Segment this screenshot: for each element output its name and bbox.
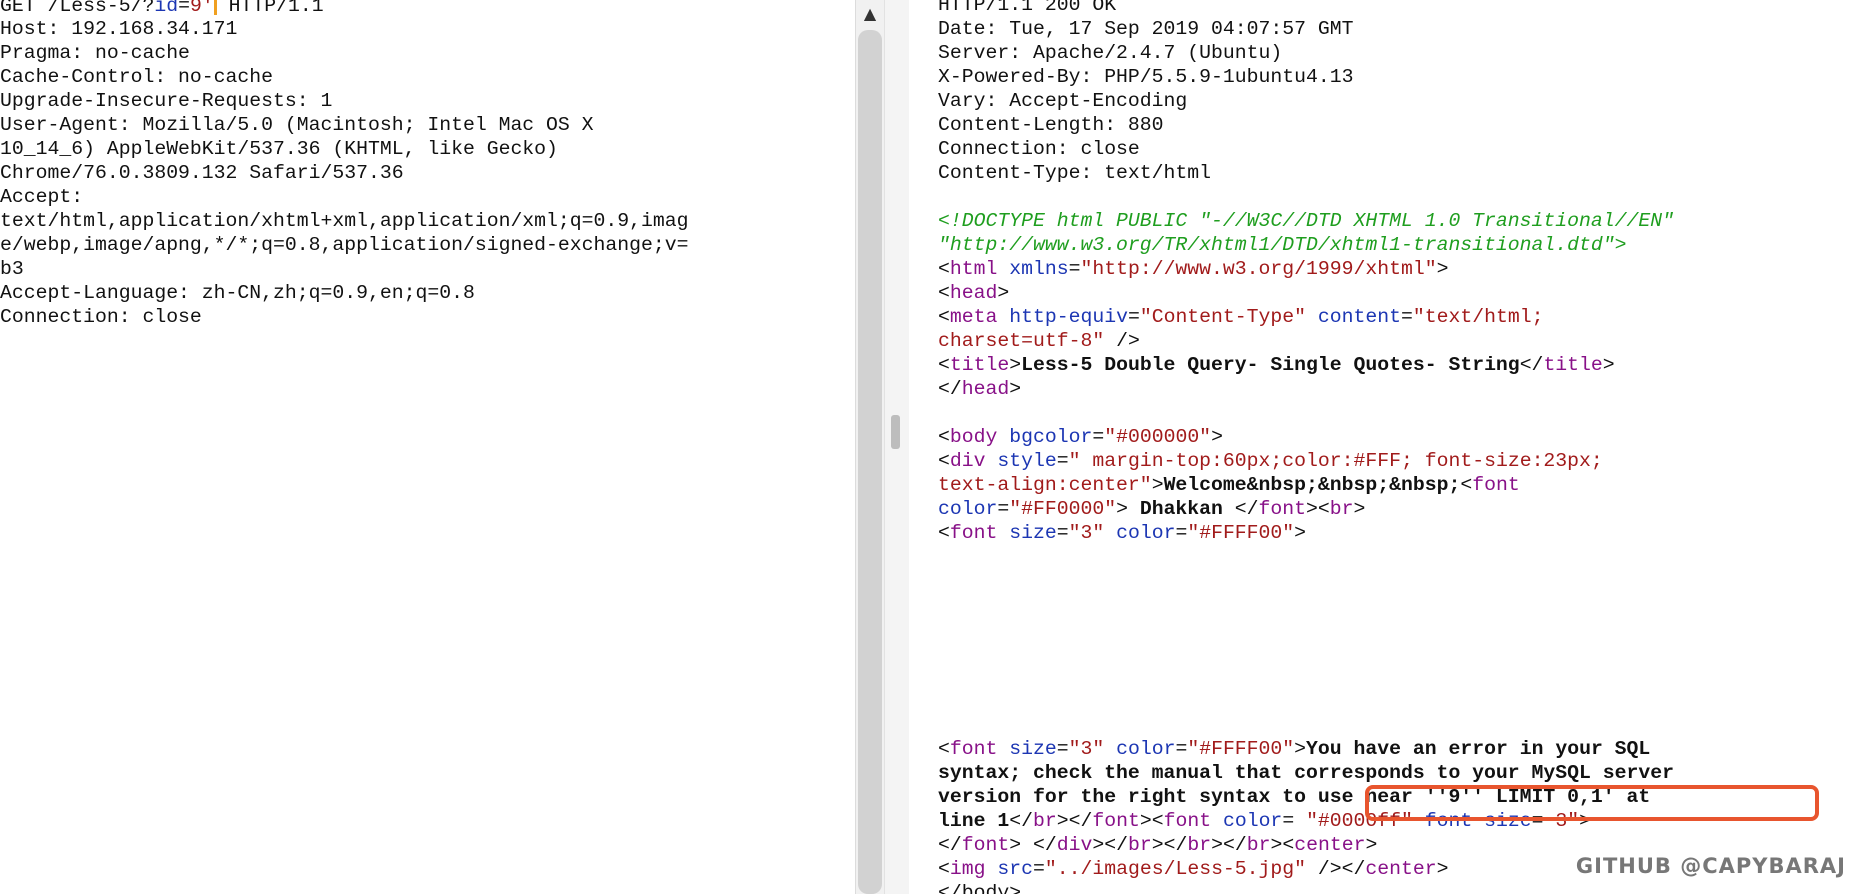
request-header-line: Upgrade-Insecure-Requests: 1 — [0, 90, 333, 112]
request-header-line: Connection: close — [0, 306, 202, 328]
welcome-text: Welcome&nbsp;&nbsp;&nbsp; — [1163, 474, 1461, 496]
meta-line-cont: charset=utf-8" /> — [938, 330, 1140, 352]
body-close-line: </body> — [938, 882, 1022, 894]
watermark: GITHUB @CAPYBARAJ — [1575, 854, 1846, 878]
head-open-line: <head> — [938, 282, 1010, 304]
response-header-line: Date: Tue, 17 Sep 2019 04:07:57 GMT — [938, 18, 1354, 40]
close-tags-line: </font> </div></br></br></br><center> — [938, 834, 1378, 856]
response-pane[interactable]: HTTP/1.1 200 OK Date: Tue, 17 Sep 2019 04… — [909, 0, 1860, 894]
body-open-line: <body bgcolor="#000000"> — [938, 426, 1223, 448]
response-header-line: Content-Length: 880 — [938, 114, 1164, 136]
request-header-line: Accept-Language: zh-CN,zh;q=0.9,en;q=0.8 — [0, 282, 475, 304]
title-line: <title>Less-5 Double Query- Single Quote… — [938, 354, 1615, 376]
request-pane[interactable]: GET /Less-5/?id=9' HTTP/1.1 Host: 192.168… — [0, 0, 855, 894]
request-scrollbar[interactable]: ▲ — [855, 0, 884, 894]
request-param-key: id — [154, 0, 179, 17]
http-viewer: GET /Less-5/?id=9' HTTP/1.1 Host: 192.168… — [0, 0, 1860, 894]
page-title-text: Less-5 Double Query- Single Quotes- Stri… — [1021, 354, 1520, 376]
font-yellow-line: <font size="3" color="#FFFF00"> — [938, 522, 1307, 544]
request-header-line: b3 — [0, 258, 24, 280]
meta-line: <meta http-equiv="Content-Type" content=… — [938, 306, 1544, 328]
scroll-up-arrow-icon[interactable]: ▲ — [856, 4, 884, 24]
request-header-line: 10_14_6) AppleWebKit/537.36 (KHTML, like… — [0, 138, 558, 160]
sql-error-highlight-box — [1365, 785, 1819, 821]
response-header-line: X-Powered-By: PHP/5.5.9-1ubuntu4.13 — [938, 66, 1354, 88]
request-header-line: Accept: — [0, 186, 84, 208]
error-font-line: <font size="3" color="#FFFF00">You have … — [938, 738, 1651, 760]
scrollbar-thumb[interactable] — [858, 30, 882, 894]
div-line: <div style=" margin-top:60px;color:#FFF;… — [938, 450, 1603, 472]
sql-error-text: You have an error in your SQL — [1306, 738, 1651, 760]
font-red-line: color="#FF0000"> Dhakkan </font><br> — [938, 498, 1366, 520]
response-header-line: Server: Apache/2.4.7 (Ubuntu) — [938, 42, 1283, 64]
div-line-cont: text-align:center">Welcome&nbsp;&nbsp;&n… — [938, 474, 1520, 496]
dhakkan-text: Dhakkan — [1127, 498, 1235, 520]
request-editor[interactable]: GET /Less-5/?id=9' HTTP/1.1 Host: 192.168… — [0, 0, 689, 329]
sql-error-line: syntax; check the manual that correspond… — [938, 762, 1674, 784]
doctype-line: "http://www.w3.org/TR/xhtml1/DTD/xhtml1-… — [938, 234, 1627, 256]
doctype-line: <!DOCTYPE html PUBLIC "-//W3C//DTD XHTML… — [938, 210, 1674, 232]
request-header-line: Host: 192.168.34.171 — [0, 18, 238, 40]
pane-splitter[interactable] — [884, 0, 911, 894]
request-method: GET — [0, 0, 36, 17]
response-header-line: HTTP/1.1 200 OK — [938, 0, 1117, 16]
response-header-line: Connection: close — [938, 138, 1140, 160]
response-viewer[interactable]: HTTP/1.1 200 OK Date: Tue, 17 Sep 2019 04… — [938, 0, 1674, 894]
head-close-line: </head> — [938, 378, 1022, 400]
text-cursor — [213, 0, 217, 15]
request-param-eq: = — [178, 0, 190, 17]
request-param-value: 9' — [189, 0, 214, 17]
request-header-line: Pragma: no-cache — [0, 42, 190, 64]
img-line: <img src="../images/Less-5.jpg" /></cent… — [938, 858, 1449, 880]
response-header-line: Vary: Accept-Encoding — [938, 90, 1188, 112]
request-header-line: text/html,application/xhtml+xml,applicat… — [0, 210, 689, 232]
request-path: /Less-5/? — [47, 0, 155, 17]
html-open-line: <html xmlns="http://www.w3.org/1999/xhtm… — [938, 258, 1449, 280]
request-header-line: Chrome/76.0.3809.132 Safari/537.36 — [0, 162, 404, 184]
request-header-line: User-Agent: Mozilla/5.0 (Macintosh; Inte… — [0, 114, 594, 136]
splitter-grip-icon[interactable] — [891, 415, 900, 449]
request-header-line: e/webp,image/apng,*/*;q=0.8,application/… — [0, 234, 689, 256]
request-version: HTTP/1.1 — [228, 0, 324, 17]
request-line: GET /Less-5/?id=9' HTTP/1.1 — [0, 0, 689, 17]
request-header-line: Cache-Control: no-cache — [0, 66, 274, 88]
response-header-line: Content-Type: text/html — [938, 162, 1212, 184]
